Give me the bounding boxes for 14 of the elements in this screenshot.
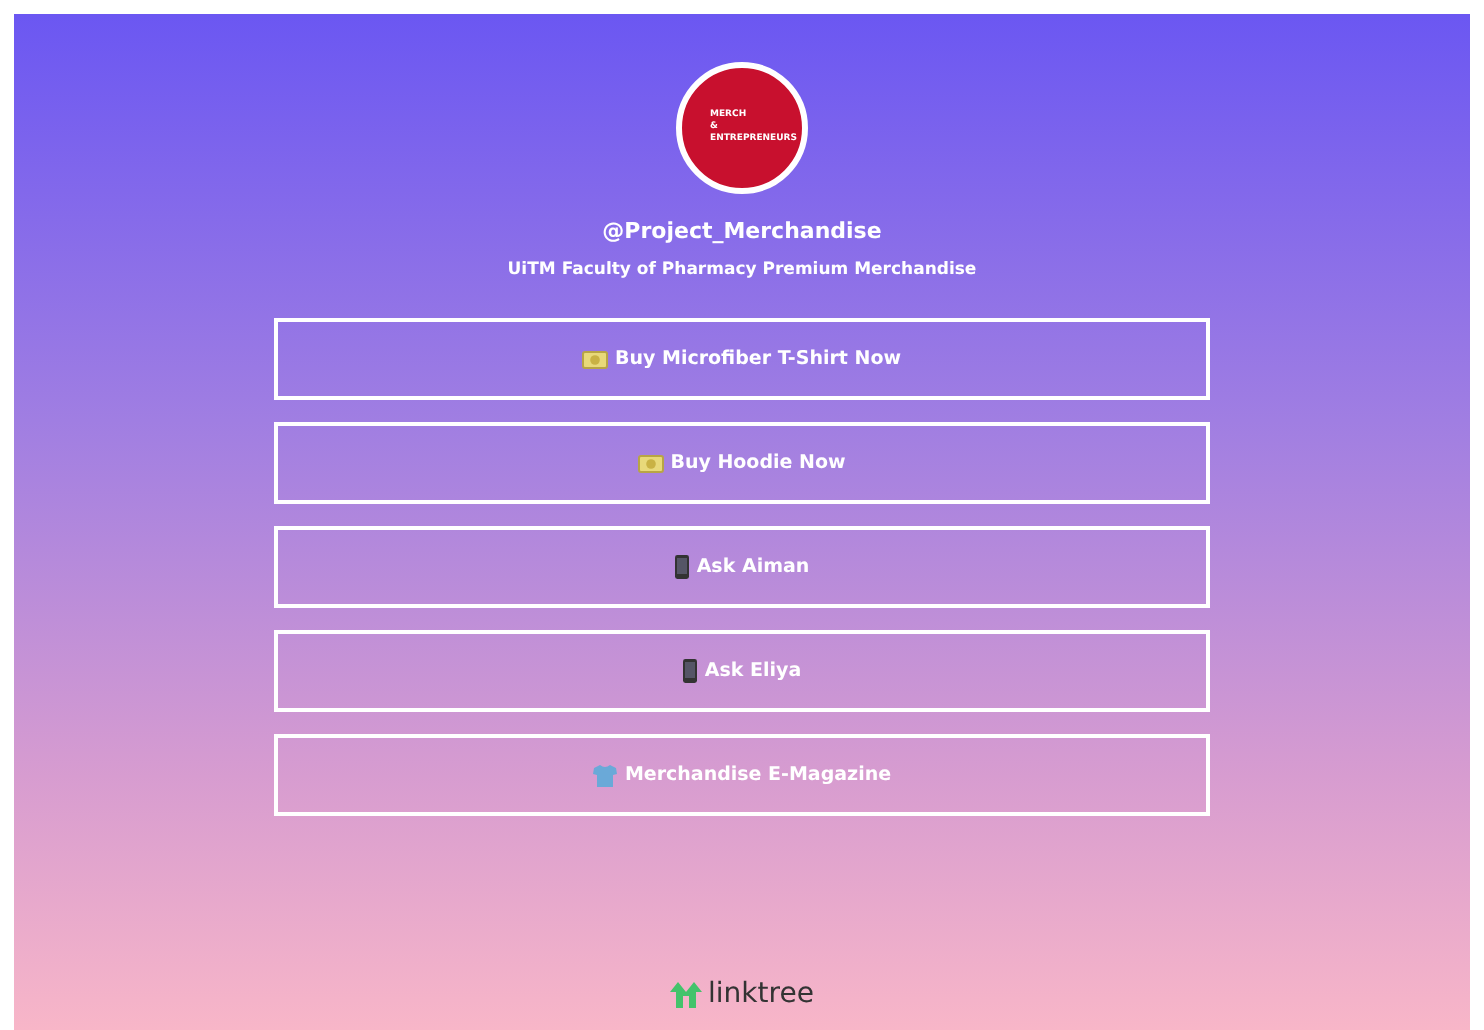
- profile-handle: @Project_Merchandise: [602, 218, 882, 244]
- shirt-icon: [592, 763, 619, 787]
- link-button[interactable]: Buy Hoodie Now: [274, 422, 1210, 504]
- link-button[interactable]: Buy Microfiber T-Shirt Now: [274, 318, 1210, 400]
- phone-icon: [682, 658, 699, 684]
- brand-name: linktree: [708, 978, 814, 1010]
- link-button[interactable]: Ask Eliya: [274, 630, 1210, 712]
- phone-icon: [674, 554, 691, 580]
- banknote-icon: [582, 349, 609, 369]
- profile-bio: UiTM Faculty of Pharmacy Premium Merchandise: [507, 260, 977, 280]
- link-button[interactable]: Merchandise E-Magazine: [274, 734, 1210, 816]
- tree-logo-icon: [670, 980, 703, 1008]
- link-button[interactable]: Ask Aiman: [274, 526, 1210, 608]
- banknote-icon: [638, 453, 665, 473]
